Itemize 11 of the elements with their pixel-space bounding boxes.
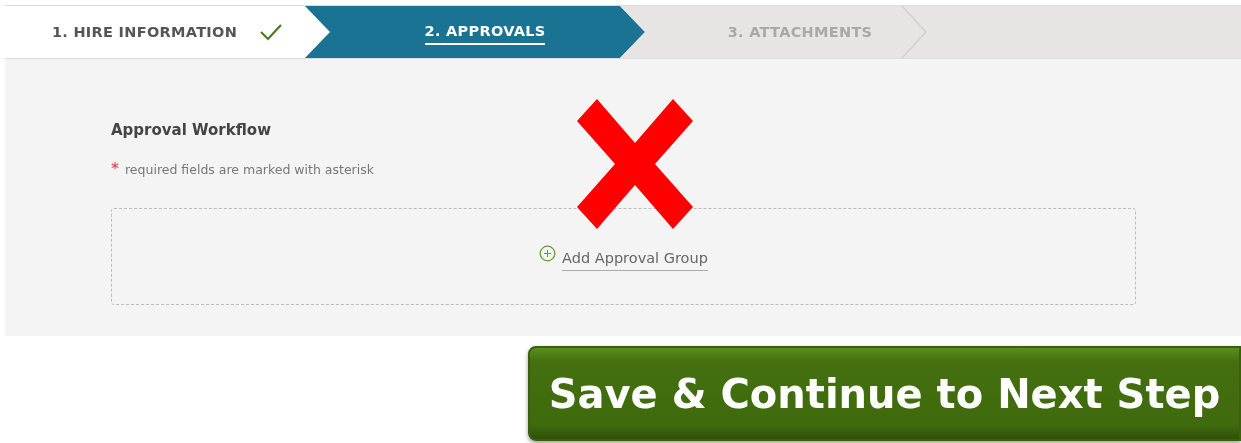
save-continue-button[interactable]: Save & Continue to Next Step — [528, 346, 1241, 441]
step-tab[interactable]: 1. HIRE INFORMATION — [5, 6, 330, 58]
chevron-divider-icon — [900, 6, 930, 58]
check-icon — [259, 23, 284, 41]
add-icon — [539, 245, 557, 262]
required-asterisk: * — [111, 159, 119, 178]
required-note: required fields are marked with asterisk — [125, 162, 374, 177]
cross-mark-icon — [577, 99, 693, 229]
add-approval-group-link[interactable]: Add Approval Group — [562, 250, 708, 271]
step-tab[interactable]: 2. APPROVALS — [305, 6, 645, 58]
section-title: Approval Workflow — [111, 121, 273, 139]
